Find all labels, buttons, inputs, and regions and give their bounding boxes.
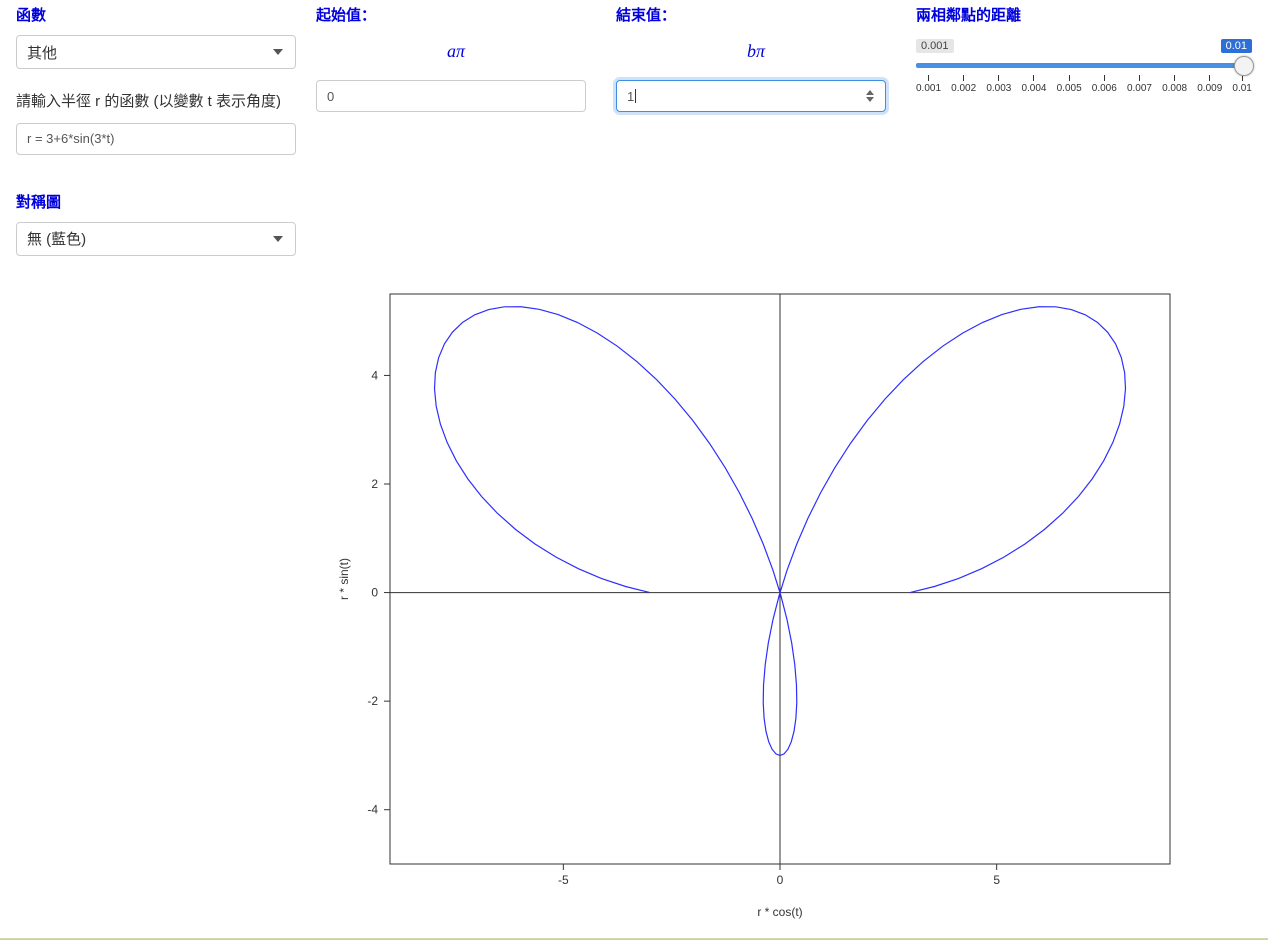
slider-thumb-icon[interactable] [1234,56,1254,76]
y-tick-label: -2 [367,694,378,708]
function-select[interactable]: 其他 [16,35,296,69]
footer-divider [0,938,1268,940]
end-value-stepper[interactable] [866,90,880,102]
end-value-input[interactable]: 1 [616,80,886,112]
x-tick-label: 5 [993,873,1000,887]
slider-tick: 0.005 [1057,75,1082,94]
slider-tick: 0.008 [1162,75,1187,94]
step-slider[interactable] [916,55,1252,75]
y-tick-label: 4 [371,368,378,382]
slider-tick: 0.001 [916,75,941,94]
y-tick-label: 0 [371,585,378,599]
end-expression: bπ [616,41,896,62]
caret-down-icon [273,236,283,242]
slider-tick: 0.006 [1092,75,1117,94]
slider-tick: 0.002 [951,75,976,94]
start-value: 0 [327,89,334,104]
slider-tick: 0.009 [1197,75,1222,94]
start-expression: aπ [316,41,596,62]
text-cursor-icon [635,89,636,103]
end-heading: 結束值： [616,4,896,25]
function-select-value: 其他 [27,42,57,63]
slider-labels: 0.001 0.01 [916,39,1252,53]
caret-down-icon [273,49,283,55]
end-value: 1 [627,89,634,104]
slider-min-label: 0.001 [916,39,954,53]
symmetry-heading: 對稱圖 [16,191,296,212]
x-tick-label: 0 [777,873,784,887]
stepper-up-icon[interactable] [866,90,874,95]
x-tick-label: -5 [558,873,569,887]
slider-bar [916,63,1252,68]
y-axis-label: r * sin(t) [337,558,351,600]
x-axis-label: r * cos(t) [757,905,802,919]
start-value-input[interactable]: 0 [316,80,586,112]
stepper-down-icon[interactable] [866,97,874,102]
start-heading: 起始值： [316,4,596,25]
formula-help-text: 請輸入半徑 r 的函數 (以變數 t 表示角度) [16,91,296,113]
slider-tick: 0.004 [1021,75,1046,94]
symmetry-select[interactable]: 無 (藍色) [16,222,296,256]
step-heading: 兩相鄰點的距離 [916,4,1252,25]
formula-input-value: r = 3+6*sin(3*t) [27,131,114,146]
symmetry-select-value: 無 (藍色) [27,228,86,249]
slider-tick: 0.007 [1127,75,1152,94]
y-tick-label: -4 [367,802,378,816]
polar-chart: -5 0 5 -4 -2 0 2 4 r * cos(t) r * sin(t) [330,274,1200,934]
slider-max-label: 0.01 [1221,39,1252,53]
formula-input[interactable]: r = 3+6*sin(3*t) [16,123,296,155]
y-tick-label: 2 [371,477,378,491]
slider-ticks: 0.001 0.002 0.003 0.004 0.005 0.006 0.007 0.008… [916,75,1252,94]
function-heading: 函數 [16,4,296,25]
slider-tick: 0.01 [1232,75,1251,94]
slider-tick: 0.003 [986,75,1011,94]
